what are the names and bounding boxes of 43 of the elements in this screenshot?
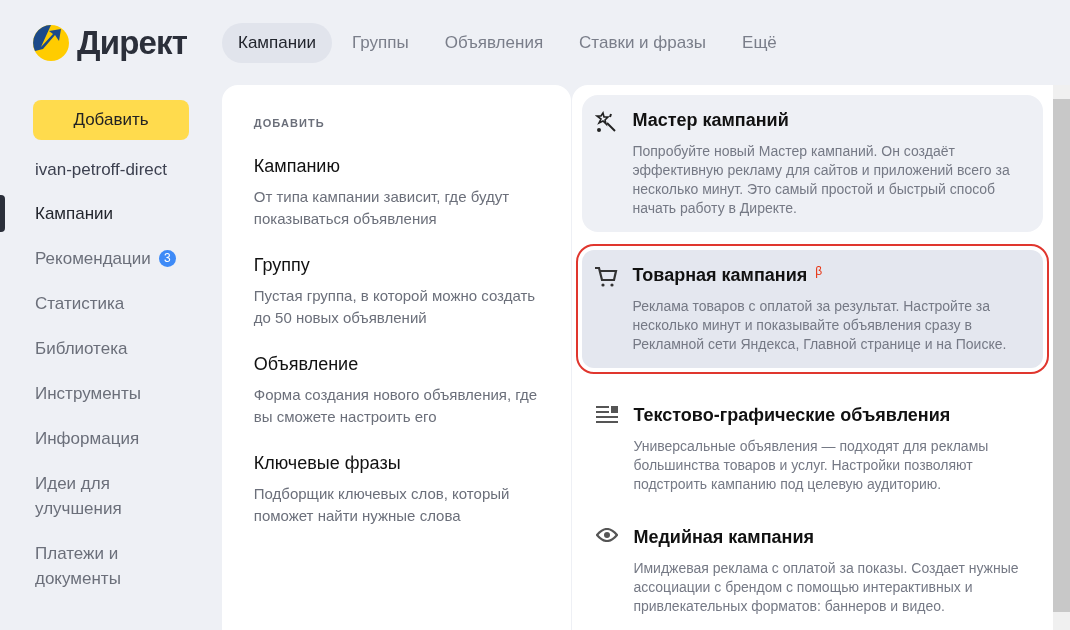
beta-mark: β bbox=[815, 263, 823, 280]
sidebar-item[interactable]: Статистика bbox=[35, 290, 145, 316]
card-description: Реклама товаров с оплатой за результат. Настройте за несколько минут и показывайте объявления сразу в Рекламной сети Яндекса, Главной странице и на Поиске. bbox=[632, 297, 1008, 354]
selected-indicator bbox=[0, 194, 5, 232]
magic-wand-icon bbox=[595, 111, 618, 133]
card-title: Медийная кампания bbox=[633, 526, 814, 549]
menu-item-description: Форма создания нового объявления, где вы сможете настроить его bbox=[253, 384, 539, 427]
menu-item-description: Подборщик ключевых слов, который поможет найти нужные слова bbox=[253, 483, 511, 526]
nav-tab[interactable]: Ещё bbox=[726, 22, 793, 63]
menu-item-title[interactable]: Кампанию bbox=[253, 152, 544, 180]
card-description: Универсальные объявления — подходят для рекламы большинства товаров и услуг. Настройки позволяют подстроить кампанию под целевую аудиторию. bbox=[633, 437, 990, 494]
nav-tab[interactable]: Объявления bbox=[428, 22, 560, 63]
sidebar-item[interactable]: Информация bbox=[35, 425, 145, 451]
nav-tab[interactable]: Кампании bbox=[222, 22, 333, 63]
sidebar-item[interactable]: Инструменты bbox=[35, 380, 145, 406]
nav-tab[interactable]: Ставки и фразы bbox=[563, 22, 723, 63]
card-title: Мастер кампаний bbox=[632, 109, 789, 132]
card-description: Имиджевая реклама с оплатой за показы. Создает нужные ассоциации с брендом с помощью интерактивных и привлекательных форматов: баннеров и видео. bbox=[633, 559, 1020, 616]
eye-icon bbox=[596, 528, 619, 542]
sidebar-item[interactable]: Библиотека bbox=[35, 335, 145, 361]
account-name[interactable]: ivan-petroff-direct bbox=[35, 157, 222, 183]
scrollbar[interactable] bbox=[1053, 85, 1070, 630]
campaign-type-card[interactable]: Мастер кампаний Попробуйте новый Мастер кампаний. Он создаёт эффективную рекламу для сайтов и приложений всего за несколько минут. Это самый простой и быстрый способ начать работу в Директе. bbox=[582, 95, 1043, 232]
menu-item-title[interactable]: Группу bbox=[253, 251, 544, 279]
menu-item-title[interactable]: Ключевые фразы bbox=[253, 449, 544, 477]
count-badge: 3 bbox=[158, 249, 176, 267]
sidebar-item[interactable]: Кампании bbox=[35, 200, 145, 226]
logo-text: Директ bbox=[77, 22, 188, 63]
card-description: Попробуйте новый Мастер кампаний. Он создаёт эффективную рекламу для сайтов и приложений всего за несколько минут. Это самый простой и быстрый способ начать работу в Директе. bbox=[632, 142, 1011, 218]
sidebar-item[interactable]: Платежи и документы bbox=[35, 540, 145, 591]
logo-icon bbox=[33, 24, 69, 61]
card-title: Товарная кампания bbox=[632, 264, 808, 287]
card-title: Текстово-графические объявления bbox=[633, 404, 951, 427]
menu-item-description: От типа кампании зависит, где будут показываться объявления bbox=[253, 186, 511, 229]
sidebar-item[interactable]: Рекомендации bbox=[35, 245, 151, 271]
cart-icon bbox=[594, 266, 619, 288]
sidebar-item[interactable]: Идеи для улучшения bbox=[35, 470, 145, 521]
menu-item-description: Пустая группа, в которой можно создать до 50 новых объявлений bbox=[253, 285, 537, 328]
menu-item-title[interactable]: Объявление bbox=[253, 350, 544, 378]
nav-tab[interactable]: Группы bbox=[336, 22, 425, 63]
text-lines-icon bbox=[596, 406, 619, 424]
menu-heading: ДОБАВИТЬ bbox=[253, 116, 326, 131]
add-button[interactable]: Добавить bbox=[33, 100, 189, 140]
